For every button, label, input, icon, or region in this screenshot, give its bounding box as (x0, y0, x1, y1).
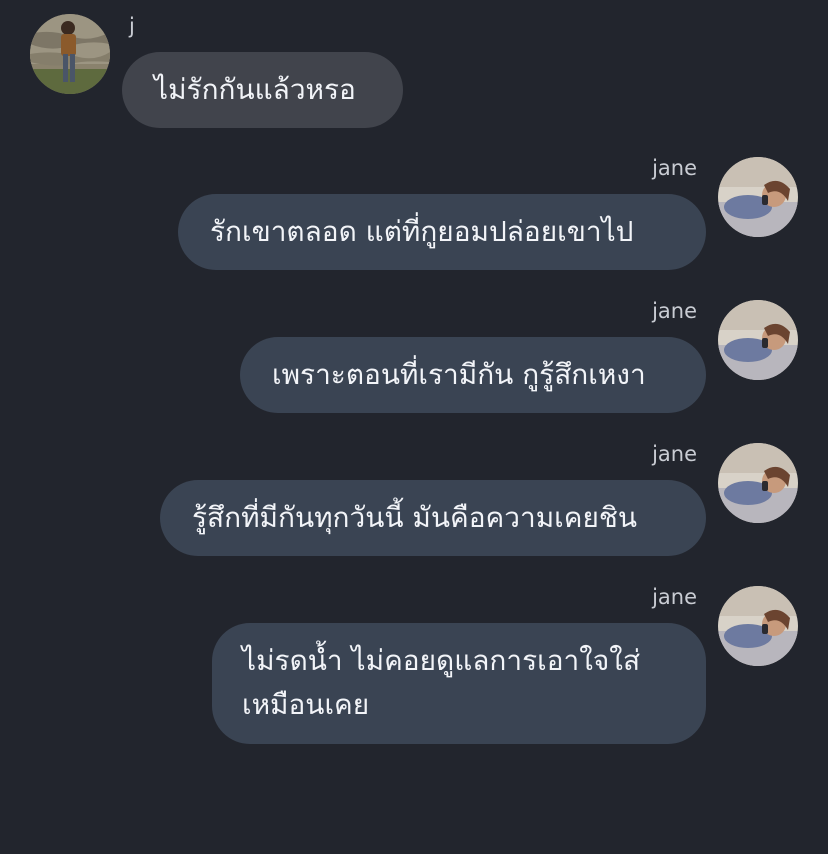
message-bubble-outgoing[interactable]: เพราะตอนที่เรามีกัน กูรู้สึกเหงา (240, 337, 706, 413)
avatar-j[interactable] (30, 14, 110, 94)
person-standing-avatar-icon (30, 14, 110, 94)
person-lying-avatar-icon (718, 300, 798, 380)
message-bubble-outgoing[interactable]: ไม่รดน้ำ ไม่คอยดูแลการเอาใจใส่ เหมือนเคย (212, 623, 706, 744)
avatar-jane[interactable] (718, 300, 798, 380)
sender-name: j (129, 14, 135, 38)
avatar-jane[interactable] (718, 586, 798, 666)
avatar-jane[interactable] (718, 157, 798, 237)
sender-name: jane (652, 585, 697, 609)
sender-name: jane (652, 442, 697, 466)
person-lying-avatar-icon (718, 586, 798, 666)
person-lying-avatar-icon (718, 157, 798, 237)
avatar-jane[interactable] (718, 443, 798, 523)
message-bubble-outgoing[interactable]: รู้สึกที่มีกันทุกวันนี้ มันคือความเคยชิน (160, 480, 706, 556)
message-bubble-outgoing[interactable]: รักเขาตลอด แต่ที่กูยอมปล่อยเขาไป (178, 194, 706, 270)
person-lying-avatar-icon (718, 443, 798, 523)
sender-name: jane (652, 299, 697, 323)
message-bubble-incoming[interactable]: ไม่รักกันแล้วหรอ (122, 52, 403, 128)
sender-name: jane (652, 156, 697, 180)
